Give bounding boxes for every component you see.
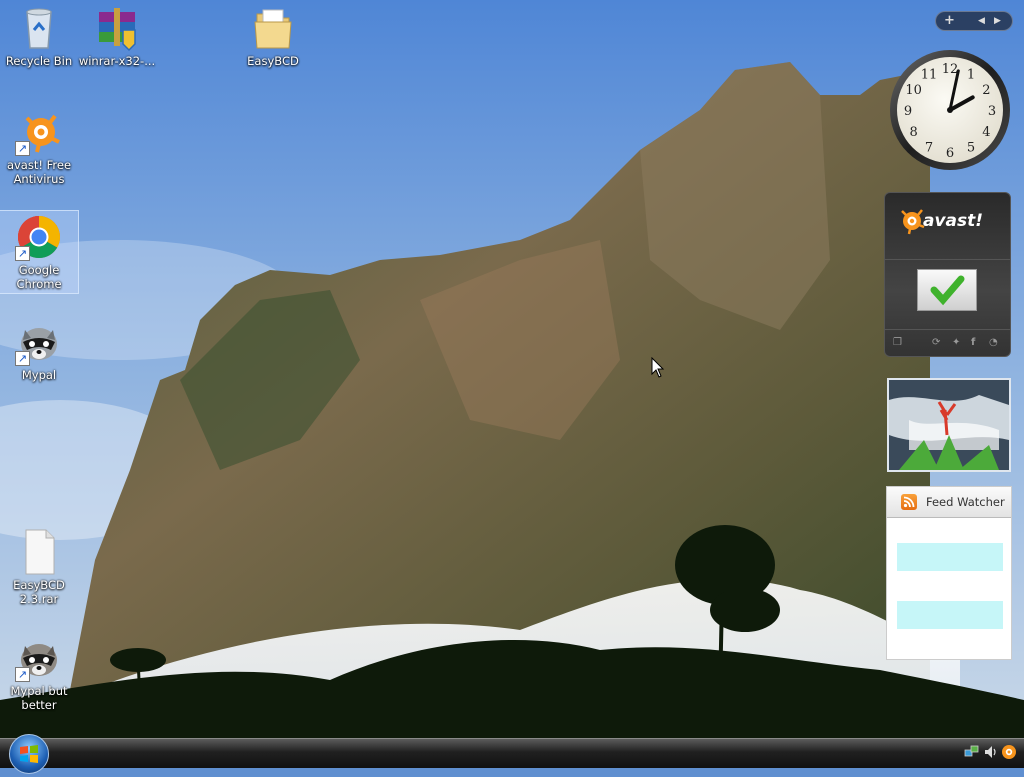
desktop-icon-mypal[interactable]: ↗ Mypal (0, 318, 78, 382)
desktop-icon-label: Mypal (21, 368, 57, 382)
desktop-icon-avast[interactable]: ↗ avast! Free Antivirus (0, 108, 78, 186)
refresh-icon[interactable]: ⟳ (932, 337, 940, 348)
sidebar-controls: + ◀ ▶ (935, 11, 1013, 31)
avast-logo-text: avast! (923, 211, 984, 231)
desktop-icon-easybcd-rar[interactable]: EasyBCD 2.3.rar (0, 528, 78, 606)
recycle-bin-icon (15, 4, 63, 52)
clock-numeral: 1 (967, 68, 975, 83)
clock-numeral: 4 (982, 125, 990, 140)
rss-icon (901, 494, 917, 510)
desktop-icon-winrar[interactable]: winrar-x32-... (78, 4, 156, 68)
shortcut-arrow-icon: ↗ (15, 141, 30, 156)
clock-numeral: 3 (988, 104, 996, 119)
desktop-icon-label: EasyBCD (247, 54, 299, 68)
network-icon[interactable] (964, 744, 980, 760)
clock-numeral: 12 (942, 62, 959, 77)
desktop-icon-recycle-bin[interactable]: Recycle Bin (0, 4, 78, 68)
desktop-icon-label: avast! Free Antivirus (6, 158, 72, 186)
avast-gadget-toolbar: ❐ ⟳ ✦ f ◔ (885, 337, 1010, 353)
mouse-cursor-icon (651, 357, 665, 378)
raccoon-icon: ↗ (15, 318, 63, 366)
file-icon (15, 528, 63, 576)
plus-icon[interactable]: + (944, 13, 955, 28)
desktop-icon-label: Mypal but better (10, 684, 68, 712)
raccoon-icon: ↗ (15, 634, 63, 682)
taskbar (0, 734, 1024, 774)
feed-watcher-header: Feed Watcher (887, 487, 1011, 518)
volume-icon[interactable] (983, 744, 999, 760)
winrar-archive-icon (93, 4, 141, 52)
protection-status-button[interactable] (917, 269, 977, 311)
facebook-icon[interactable]: f (971, 337, 975, 348)
feed-item[interactable] (897, 601, 1003, 629)
windows-logo-icon (20, 745, 38, 763)
folder-icon (249, 4, 297, 52)
avast-tray-icon[interactable] (1001, 744, 1017, 760)
desktop-icon-easybcd-folder[interactable]: EasyBCD (234, 4, 312, 68)
clock-numeral: 2 (982, 83, 990, 98)
shortcut-arrow-icon: ↗ (15, 667, 30, 682)
start-button[interactable] (9, 734, 49, 774)
desktop-wallpaper (0, 0, 1024, 738)
desktop-icon-google-chrome[interactable]: ↗ Google Chrome (0, 210, 79, 294)
twitter-icon[interactable]: ✦ (952, 337, 960, 348)
slideshow-gadget[interactable] (887, 378, 1011, 472)
left-arrow-icon[interactable]: ◀ (978, 16, 985, 26)
avast-gadget[interactable]: avast! ❐ ⟳ ✦ f ◔ (884, 192, 1011, 357)
desktop-icon-label: Recycle Bin (5, 54, 73, 68)
shortcut-arrow-icon: ↗ (15, 351, 30, 366)
desktop-icon-label: winrar-x32-... (78, 54, 156, 68)
divider (885, 329, 1010, 330)
desktop-icon-mypal-but-better[interactable]: ↗ Mypal but better (0, 634, 78, 712)
feed-watcher-title: Feed Watcher (926, 495, 1005, 509)
open-window-icon[interactable]: ❐ (893, 337, 902, 348)
feed-watcher-gadget[interactable]: Feed Watcher (886, 486, 1012, 660)
clock-numeral: 9 (904, 104, 912, 119)
clock-numeral: 5 (967, 140, 975, 155)
chrome-icon: ↗ (15, 213, 63, 261)
clock-numeral: 6 (946, 146, 954, 161)
right-arrow-icon[interactable]: ▶ (994, 16, 1001, 26)
clock-numeral: 11 (921, 68, 938, 83)
avast-icon: ↗ (15, 108, 63, 156)
desktop-icon-label: EasyBCD 2.3.rar (13, 578, 65, 606)
avast-logo-icon (901, 209, 925, 235)
desktop-icon-label: Google Chrome (16, 263, 62, 291)
rss-small-icon[interactable]: ◔ (989, 337, 998, 348)
clock-center (947, 107, 953, 113)
clock-numeral: 7 (925, 140, 933, 155)
clock-numeral: 10 (905, 83, 922, 98)
clock-numeral: 8 (909, 125, 917, 140)
clock-gadget[interactable]: 1234567891011 12 (888, 48, 1012, 172)
shortcut-arrow-icon: ↗ (15, 246, 30, 261)
divider (885, 259, 1010, 260)
checkmark-icon (930, 275, 965, 306)
feed-item[interactable] (897, 543, 1003, 571)
